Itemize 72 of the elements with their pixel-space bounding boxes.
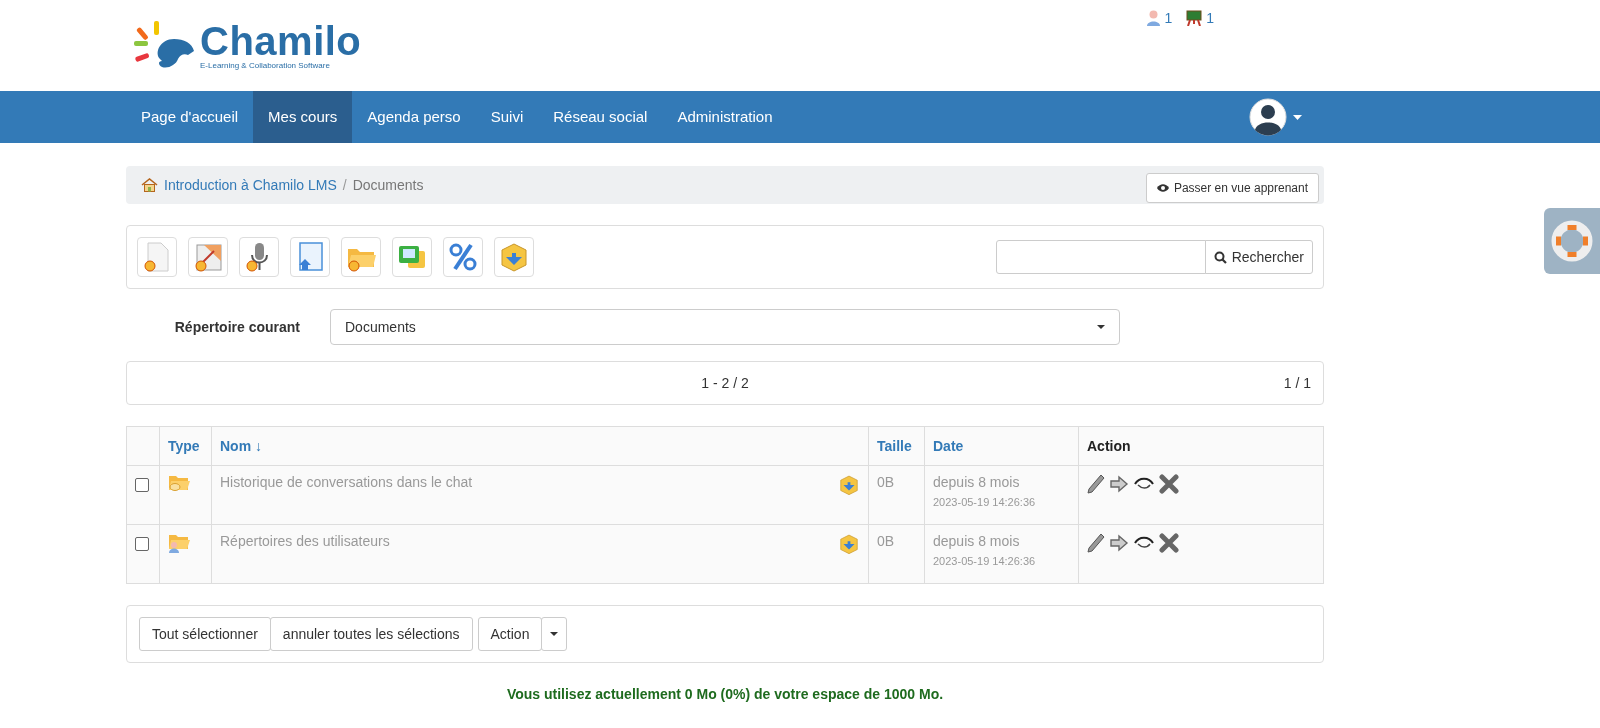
column-header[interactable]: Date [924,426,1079,466]
nav-tab[interactable]: Agenda perso [352,91,476,143]
dropdown-toggle[interactable] [541,617,568,651]
column-header: Action [1078,426,1324,466]
eye-icon[interactable] [1133,477,1155,491]
quota-message: Vous utilisez actuellement 0 Mo (0%) de votre espace de 1000 Mo. [505,686,945,702]
tool-button[interactable] [443,237,483,277]
nav-tab[interactable]: Réseau social [538,91,663,143]
online-count-link[interactable]: 1 [1164,10,1173,26]
page-indicator: 1 / 1 [1283,375,1311,391]
action-button[interactable]: Action [477,617,543,651]
search-button[interactable]: Rechercher [1204,240,1313,274]
nav-tab[interactable]: Administration [662,91,788,143]
relative-date: depuis 8 mois [933,474,1021,490]
field-label: Répertoire courant [173,319,301,335]
nav-tab[interactable]: Mes cours [253,91,353,143]
row-checkbox[interactable] [135,537,149,551]
tool-button[interactable] [239,237,279,277]
arrow-right-icon[interactable] [1109,534,1129,552]
student-view-button[interactable]: Passer en vue apprenant [1145,173,1319,203]
timestamp: 2023-05-19 14:26:36 [933,555,1037,567]
column-header[interactable]: Nom ↓ [211,426,869,466]
logo-wordmark[interactable]: Chamilo [200,21,362,61]
pencil-icon[interactable] [1087,474,1105,494]
online-count-link[interactable]: 1 [1206,10,1214,26]
delete-icon[interactable] [1159,474,1179,494]
tool-button[interactable] [494,237,534,277]
lifebuoy-icon [1550,219,1594,263]
document-link[interactable]: Historique de conversations dans le chat [220,474,473,490]
tool-button[interactable] [392,237,432,277]
caret-icon [550,632,559,636]
breadcrumb-link[interactable]: Documents [352,177,424,193]
nav-tab[interactable]: Suivi [475,91,539,143]
tool-button[interactable] [188,237,228,277]
eye-icon[interactable] [1133,536,1155,550]
relative-date: depuis 8 mois [933,533,1021,549]
blackboard-icon [1186,10,1203,26]
caret-icon[interactable] [1293,114,1302,120]
record-range: 1 - 2 / 2 [701,375,749,391]
column-header[interactable]: Type [159,426,212,466]
eye-icon [1156,184,1169,192]
row-checkbox[interactable] [135,478,149,492]
user-avatar-icon[interactable] [1249,98,1287,136]
box-download-icon[interactable] [838,474,860,496]
delete-icon[interactable] [1159,533,1179,553]
unselect-all-button[interactable]: annuler toutes les sélections [269,617,473,651]
box-download-icon [498,241,530,273]
help-button[interactable] [1544,208,1600,274]
nav-tab[interactable]: Page d'accueil [126,91,254,143]
drawing-icon [192,241,224,273]
breadcrumb-separator: / [342,177,347,193]
size-text: 0B [877,533,895,549]
column-header[interactable]: Taille [868,426,925,466]
pencil-icon[interactable] [1087,533,1105,553]
size-text: 0B [877,474,895,490]
user-folder-icon [168,533,190,553]
box-download-icon[interactable] [838,533,860,555]
breadcrumb-link[interactable]: Introduction à Chamilo LMS [164,177,337,193]
home-icon [141,178,158,192]
select-all-button[interactable]: Tout sélectionner [139,617,271,651]
percent-icon [447,241,479,273]
search-icon [1213,250,1227,264]
caret-icon [1097,325,1105,329]
timestamp: 2023-05-19 14:26:36 [933,496,1037,508]
folder-select[interactable]: Documents [330,309,1120,345]
chat-folder-icon [168,474,190,492]
logo-tagline: E-Learning & Collaboration Software [200,61,331,70]
arrow-right-icon[interactable] [1109,475,1129,493]
tool-button[interactable] [290,237,330,277]
user-icon [1147,10,1161,26]
document-link[interactable]: Répertoires des utilisateurs [220,533,390,549]
search-field[interactable] [995,240,1206,274]
